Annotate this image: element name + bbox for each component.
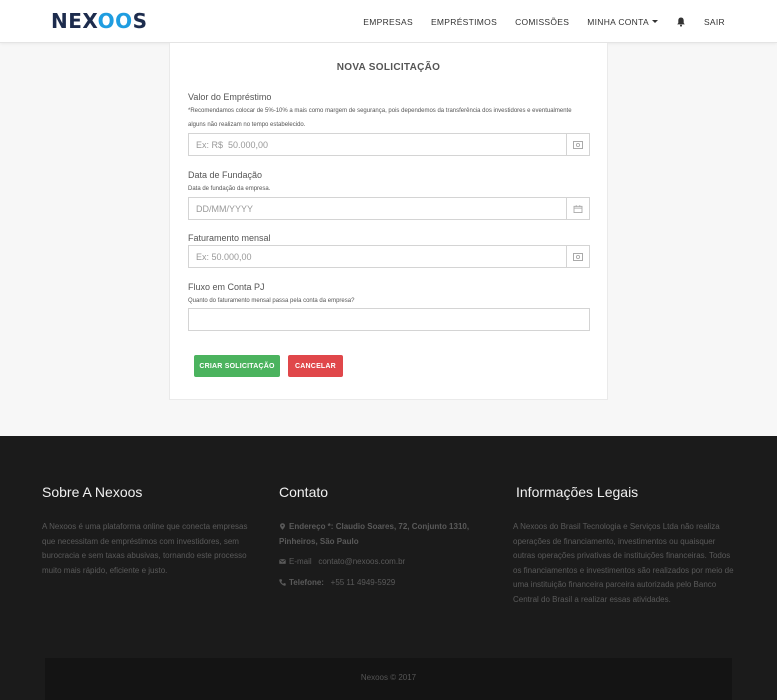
footer-legal-text: A Nexoos do Brasil Tecnologia e Serviços… — [513, 522, 734, 604]
caret-down-icon — [651, 20, 658, 23]
nav-emprestimos[interactable]: EMPRÉSTIMOS — [431, 17, 497, 27]
nav-sair[interactable]: SAIR — [704, 17, 725, 27]
cancel-button[interactable]: CANCELAR — [288, 355, 343, 377]
nexoos-logo[interactable]: NEXOOS — [51, 9, 148, 33]
contact-address: Endereço *: Claudio Soares, 72, Conjunto… — [279, 520, 501, 549]
valor-help: *Recomendamos colocar de 5%-10% a mais c… — [188, 108, 572, 128]
nav-minha-conta-label: MINHA CONTA — [587, 16, 649, 27]
create-request-button[interactable]: CRIAR SOLICITAÇÃO — [194, 355, 280, 377]
faturamento-label: Faturamento mensal — [188, 233, 271, 243]
valor-input-group — [188, 133, 590, 156]
fundacao-help: Data de fundação da empresa. — [188, 186, 271, 192]
faturamento-addon — [566, 246, 589, 267]
fundacao-input-group — [188, 197, 590, 220]
page-title: NOVA SOLICITAÇÃO — [336, 62, 441, 73]
fluxo-help: Quanto do faturamento mensal passa pela … — [188, 298, 355, 304]
faturamento-input[interactable] — [189, 246, 567, 267]
top-navbar: NEXOOS EMPRESAS EMPRÉSTIMOS COMISSÕES MI… — [0, 0, 777, 43]
money-icon — [573, 252, 583, 261]
faturamento-input-group — [188, 245, 590, 268]
copyright-text: Nexoos © 2017 — [360, 673, 417, 682]
bell-icon — [677, 17, 685, 27]
logo-text-accent: OO — [97, 9, 133, 33]
valor-label: Valor do Empréstimo — [188, 92, 272, 102]
contact-phone-value[interactable]: +55 11 4949-5929 — [331, 578, 396, 587]
contact-address-label: Endereço *: — [289, 522, 334, 531]
valor-input[interactable] — [189, 134, 567, 155]
main-nav: EMPRESAS EMPRÉSTIMOS COMISSÕES MINHA CON… — [363, 0, 725, 43]
phone-icon — [279, 579, 286, 586]
calendar-icon — [573, 204, 583, 213]
map-marker-icon — [280, 523, 285, 530]
copyright-bar: Nexoos © 2017 — [45, 658, 732, 700]
nav-minha-conta[interactable]: MINHA CONTA — [587, 17, 658, 27]
site-footer: Sobre A Nexoos A Nexoos é uma plataforma… — [0, 436, 777, 700]
footer-about-text: A Nexoos é uma plataforma online que con… — [42, 522, 248, 575]
fundacao-label: Data de Fundação — [188, 170, 263, 180]
nav-comissoes[interactable]: COMISSÕES — [515, 17, 569, 27]
logo-text-prefix: NEX — [51, 9, 98, 33]
new-request-card: NOVA SOLICITAÇÃO Valor do Empréstimo *Re… — [169, 43, 608, 400]
valor-addon — [566, 134, 589, 155]
fluxo-input[interactable] — [189, 309, 589, 330]
contact-phone-label: Telefone: — [289, 578, 324, 587]
footer-legal-title: Informações Legais — [516, 484, 639, 500]
footer-contact-title: Contato — [279, 484, 329, 500]
fluxo-label: Fluxo em Conta PJ — [188, 282, 265, 292]
contact-email-value[interactable]: contato@nexoos.com.br — [318, 557, 405, 566]
contact-email-label: E-mail — [289, 557, 312, 566]
contact-phone: Telefone: +55 11 4949-5929 — [279, 576, 395, 591]
logo-text-suffix: S — [132, 9, 148, 33]
fundacao-input[interactable] — [189, 198, 567, 219]
footer-about-title: Sobre A Nexoos — [42, 484, 143, 500]
nav-empresas[interactable]: EMPRESAS — [363, 17, 413, 27]
fundacao-addon[interactable] — [566, 198, 589, 219]
money-icon — [573, 140, 583, 149]
envelope-icon — [279, 559, 286, 564]
notifications-button[interactable] — [676, 17, 686, 27]
fluxo-input-group — [188, 308, 590, 331]
contact-email: E-mail contato@nexoos.com.br — [279, 555, 405, 570]
